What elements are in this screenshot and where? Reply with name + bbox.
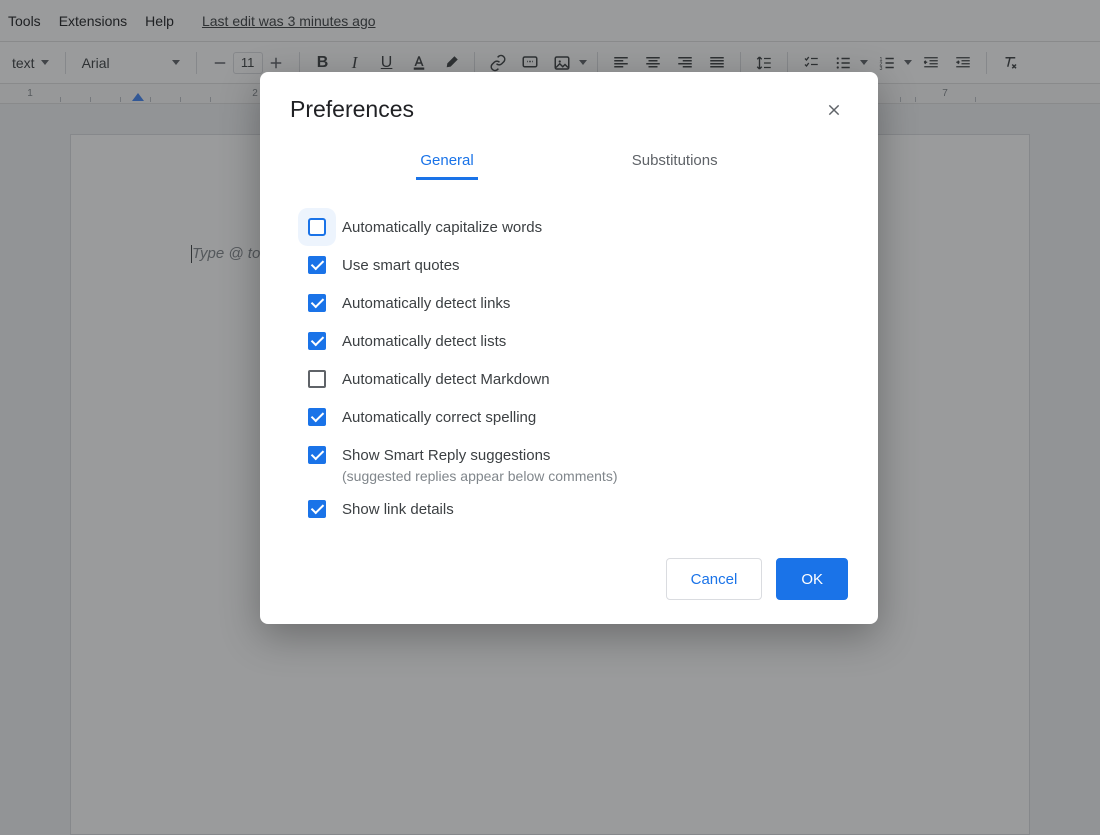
preference-label: Automatically detect Markdown [342,371,550,388]
preference-checkbox[interactable] [308,370,326,388]
preference-row: Show link details [308,490,830,528]
preference-row: Automatically capitalize words [308,208,830,246]
preference-label: Automatically detect lists [342,333,506,350]
preference-label: Automatically capitalize words [342,219,542,236]
preference-subtext: (suggested replies appear below comments… [308,468,830,484]
preferences-dialog: Preferences General Substitutions Automa… [260,72,878,624]
preference-row: Use smart quotes [308,246,830,284]
preference-checkbox[interactable] [308,446,326,464]
tab-general[interactable]: General [416,144,477,180]
preference-label: Automatically correct spelling [342,409,536,426]
preference-checkbox[interactable] [308,332,326,350]
preference-row: Automatically detect lists [308,322,830,360]
close-button[interactable] [820,96,848,124]
preference-checkbox[interactable] [308,218,326,236]
preference-checkbox[interactable] [308,256,326,274]
tab-substitutions[interactable]: Substitutions [628,144,722,180]
close-icon [826,102,842,118]
preference-row: Automatically detect Markdown [308,360,830,398]
preference-label: Show Smart Reply suggestions [342,447,550,464]
ok-button[interactable]: OK [776,558,848,600]
dialog-title: Preferences [290,96,414,123]
preference-label: Show link details [342,501,454,518]
preferences-list: Automatically capitalize words Use smart … [260,180,878,538]
dialog-tabs: General Substitutions [260,134,878,180]
preference-checkbox[interactable] [308,294,326,312]
cancel-button[interactable]: Cancel [666,558,763,600]
preference-checkbox[interactable] [308,500,326,518]
preference-label: Automatically detect links [342,295,510,312]
preference-checkbox[interactable] [308,408,326,426]
dialog-footer: Cancel OK [260,538,878,600]
preference-row: Automatically correct spelling [308,398,830,436]
preference-row: Automatically detect links [308,284,830,322]
preference-label: Use smart quotes [342,257,460,274]
